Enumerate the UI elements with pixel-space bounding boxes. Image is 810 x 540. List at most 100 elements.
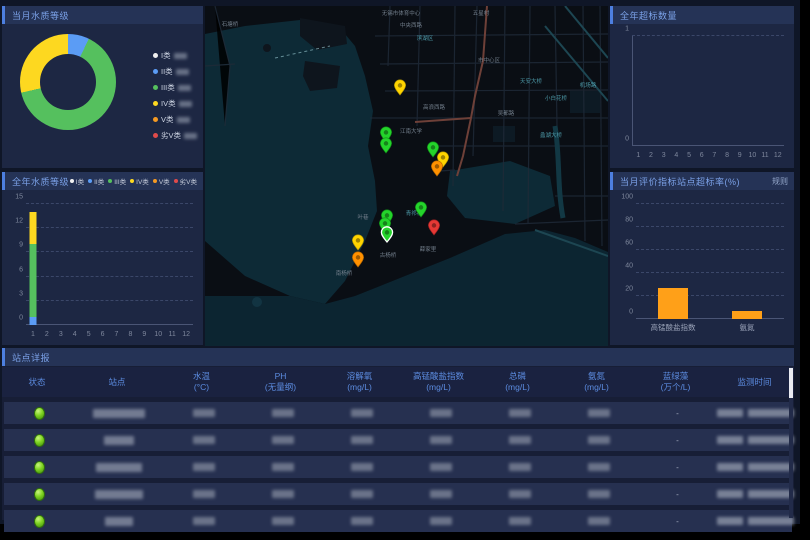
- legend-label: V类: [159, 176, 170, 186]
- donut-legend-item[interactable]: I类: [153, 50, 197, 61]
- table-scrollbar-track[interactable]: [789, 367, 793, 518]
- table-body: - - - - -: [2, 402, 794, 532]
- value-redacted: [193, 436, 215, 444]
- column-header: 氨氮(mg/L): [557, 371, 636, 392]
- column-header-label: 监测时间: [715, 377, 794, 388]
- legend-item[interactable]: I类: [70, 176, 84, 186]
- rate-bar[interactable]: [658, 288, 688, 319]
- monthly-rate-chart[interactable]: 020406080100高锰酸盐指数氨氮: [636, 204, 784, 319]
- map-bay-water: [205, 20, 377, 304]
- algae-cell: -: [638, 409, 717, 418]
- annual-grade-legend[interactable]: I类 II类 III类 IV类 V类劣V类: [70, 176, 197, 186]
- table-row[interactable]: -: [4, 510, 792, 532]
- annual-exceed-chart[interactable]: 01123456789101112: [632, 36, 784, 146]
- donut-legend-item[interactable]: II类: [153, 66, 197, 77]
- stacked-bar[interactable]: [29, 204, 36, 325]
- table-row[interactable]: -: [4, 483, 792, 505]
- y-tick-label: 6: [6, 266, 23, 273]
- column-header: 蓝绿藻(万个/L): [636, 371, 715, 392]
- x-tick-label: 12: [179, 331, 193, 338]
- status-normal-dot: [34, 515, 45, 528]
- value-redacted: [430, 409, 452, 417]
- algae-value: -: [676, 463, 679, 472]
- bar-segment: [29, 212, 36, 244]
- y-tick-label: 0: [612, 136, 629, 143]
- x-tick-labels: 123456789101112: [632, 152, 784, 159]
- table-row[interactable]: -: [4, 402, 792, 424]
- value-redacted: [509, 463, 531, 471]
- value-redacted: [351, 436, 373, 444]
- value-redacted: [588, 517, 610, 525]
- value-redacted: [351, 409, 373, 417]
- x-tick-label: 7: [110, 331, 124, 338]
- x-tick-label: 5: [82, 331, 96, 338]
- donut-legend-item[interactable]: V类: [153, 114, 197, 125]
- donut-legend-item[interactable]: IV类: [153, 98, 197, 109]
- column-header-label: 总磷: [478, 371, 557, 382]
- monthly-grade-panel: 当月水质等级 I类II类III类IV类V类劣V类: [2, 6, 203, 168]
- algae-value: -: [676, 517, 679, 526]
- column-header-label: 高锰酸盐指数: [399, 371, 478, 382]
- x-tick-labels: 123456789101112: [26, 331, 193, 338]
- gridline: [26, 276, 193, 277]
- donut-hole: [40, 54, 96, 110]
- site-name-redacted: [96, 463, 142, 472]
- gridline: [636, 203, 784, 204]
- legend-dot: [153, 53, 158, 58]
- map-islet: [263, 44, 271, 52]
- legend-dot: [174, 179, 178, 183]
- y-tick-label: 3: [6, 290, 23, 297]
- x-tick-label: 6: [695, 152, 708, 159]
- column-header-unit: (mg/L): [320, 382, 399, 393]
- legend-item[interactable]: V类: [153, 176, 170, 186]
- column-header-label: PH: [241, 371, 320, 382]
- legend-item[interactable]: 劣V类: [174, 176, 197, 186]
- map-label: 小白花桥: [545, 94, 568, 102]
- value-redacted: [272, 436, 294, 444]
- x-tick-label: 6: [96, 331, 110, 338]
- legend-dot: [153, 101, 158, 106]
- legend-item[interactable]: IV类: [130, 176, 149, 186]
- station-map[interactable]: 石塘桥无锡市体育中心中央西路五星村滨湖区市中心区天安大桥机场路小白花桥高浪西路吴…: [205, 6, 608, 346]
- status-normal-dot: [34, 461, 45, 474]
- legend-dot: [153, 85, 158, 90]
- y-tick-label: 12: [6, 218, 23, 225]
- donut-legend-item[interactable]: 劣V类: [153, 130, 197, 141]
- site-name-redacted: [95, 490, 143, 499]
- value-cell: [480, 436, 559, 444]
- site-name-redacted: [93, 409, 145, 418]
- gridline: [26, 227, 193, 228]
- bar-segment: [29, 317, 36, 325]
- x-tick-label: 4: [68, 331, 82, 338]
- column-header-label: 溶解氧: [320, 371, 399, 382]
- rate-rule-link[interactable]: 规则: [772, 176, 788, 187]
- table-scrollbar-thumb[interactable]: [789, 368, 793, 398]
- rate-bar[interactable]: [732, 311, 762, 319]
- water-quality-dashboard: 当月水质等级 I类II类III类IV类V类劣V类 全年水质等级 I类II类III…: [0, 0, 800, 524]
- map-label: 机场路: [580, 81, 597, 89]
- annual-grade-chart[interactable]: 03691215123456789101112: [26, 204, 193, 325]
- value-redacted: [430, 436, 452, 444]
- legend-item[interactable]: III类: [108, 176, 126, 186]
- table-row[interactable]: -: [4, 456, 792, 478]
- legend-label: III类: [161, 82, 175, 93]
- y-axis: [632, 36, 633, 146]
- map-label: 滨湖区: [417, 34, 434, 42]
- value-redacted: [509, 490, 531, 498]
- status-normal-dot: [34, 407, 45, 420]
- monthly-grade-donut[interactable]: [20, 34, 116, 130]
- x-tick-label: 11: [165, 331, 179, 338]
- x-tick-label: 1: [632, 152, 645, 159]
- site-name-redacted: [105, 517, 133, 526]
- legend-value-redacted: [177, 117, 190, 123]
- site-name-redacted: [104, 436, 134, 445]
- value-cell: [243, 409, 322, 417]
- column-header: 溶解氧(mg/L): [320, 371, 399, 392]
- donut-legend-item[interactable]: III类: [153, 82, 197, 93]
- map-label: 薛家里: [420, 245, 437, 253]
- value-cell: [164, 436, 243, 444]
- x-tick-label: 10: [151, 331, 165, 338]
- legend-item[interactable]: II类: [88, 176, 104, 186]
- value-cell: [164, 517, 243, 525]
- table-row[interactable]: -: [4, 429, 792, 451]
